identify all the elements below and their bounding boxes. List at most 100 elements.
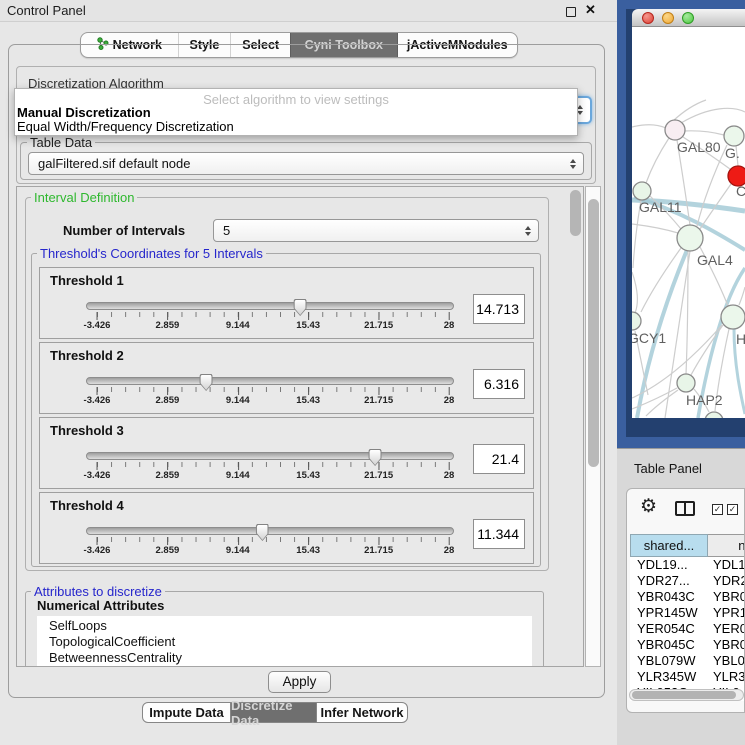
- network-edge[interactable]: [632, 125, 666, 128]
- settings-vertical-scrollbar[interactable]: [585, 186, 601, 667]
- network-edge[interactable]: [739, 287, 745, 305]
- number-of-intervals-label: Number of Intervals: [63, 223, 185, 238]
- tick-label: 21.715: [364, 470, 393, 481]
- table-data-combo-value: galFiltered.sif default node: [38, 156, 190, 171]
- table-row[interactable]: YBL079W YBL0: [630, 653, 745, 669]
- network-edge[interactable]: [697, 145, 727, 226]
- network-edge[interactable]: [632, 224, 678, 233]
- threshold-value-field[interactable]: 21.4: [473, 444, 525, 474]
- attribute-list-item[interactable]: TopologicalCoefficient: [37, 634, 532, 650]
- network-node[interactable]: [677, 225, 703, 251]
- network-edge[interactable]: [632, 272, 637, 313]
- threshold-slider-track[interactable]: [86, 302, 454, 310]
- threshold-panel: Threshold 4 -3.426 2.859 9.144 15.43 21.…: [39, 492, 534, 564]
- threshold-value-field[interactable]: 6.316: [473, 369, 525, 399]
- scrollbar-thumb[interactable]: [588, 199, 599, 467]
- threshold-label: Threshold 3: [50, 423, 124, 438]
- column-layout-icon[interactable]: [675, 501, 695, 516]
- table-row[interactable]: YDR27... YDR2: [630, 573, 745, 589]
- threshold-panel: Threshold 1 -3.426 2.859 9.144 15.43 21.…: [39, 267, 534, 339]
- tick-label: 9.144: [226, 395, 250, 406]
- checkbox-icon[interactable]: ✓: [712, 504, 723, 515]
- tab-infer-network[interactable]: Infer Network: [316, 702, 408, 723]
- threshold-slider-track[interactable]: [86, 452, 454, 460]
- table-panel-body: ⚙ ✓ ✓ shared... na YDL19... YDL1 YDR27..…: [626, 488, 745, 713]
- network-node[interactable]: [677, 374, 695, 392]
- threshold-value-field[interactable]: 11.344: [473, 519, 525, 549]
- network-node[interactable]: [633, 182, 651, 200]
- attribute-list-item[interactable]: SelfLoops: [37, 618, 532, 634]
- threshold-slider-ticks: -3.426 2.859 9.144 15.43 21.715 28: [97, 462, 449, 486]
- threshold-panel: Threshold 3 -3.426 2.859 9.144 15.43 21.…: [39, 417, 534, 489]
- threshold-slider-track[interactable]: [86, 377, 454, 385]
- numerical-attributes-list: SelfLoops TopologicalCoefficient Between…: [37, 616, 532, 667]
- tick-label: -3.426: [84, 320, 111, 331]
- table-panel: Table Panel ⚙ ✓ ✓ shared... na YDL19... …: [617, 448, 745, 745]
- checkbox-icon[interactable]: ✓: [727, 504, 738, 515]
- table-rows: YDL19... YDL1 YDR27... YDR2 YBR043C YBR0…: [630, 557, 745, 701]
- number-of-intervals-value: 5: [223, 223, 230, 238]
- tick-label: 28: [444, 395, 455, 406]
- table-row[interactable]: YDL19... YDL1: [630, 557, 745, 573]
- threshold-panel: Threshold 2 -3.426 2.859 9.144 15.43 21.…: [39, 342, 534, 414]
- table-row[interactable]: YBR045C YBR0: [630, 637, 745, 653]
- numerical-attributes-label: Numerical Attributes: [37, 598, 164, 613]
- network-edge[interactable]: [646, 390, 678, 416]
- network-node[interactable]: [632, 312, 641, 330]
- threshold-value-field[interactable]: 14.713: [473, 294, 525, 324]
- float-icon[interactable]: [566, 7, 576, 17]
- table-row[interactable]: YPR145W YPR1: [630, 605, 745, 621]
- threshold-slider-ticks: -3.426 2.859 9.144 15.43 21.715 28: [97, 387, 449, 411]
- network-canvas[interactable]: GAL80G.CGAL11GAL4GCY1HHAP2: [632, 27, 745, 418]
- tick-label: 21.715: [364, 395, 393, 406]
- tick-label: 15.43: [296, 545, 320, 556]
- gear-icon[interactable]: ⚙: [640, 495, 657, 518]
- tick-label: 2.859: [156, 470, 180, 481]
- network-edge[interactable]: [681, 108, 745, 123]
- table-row[interactable]: YLR345W YLR3: [630, 669, 745, 685]
- algorithm-option-manual[interactable]: Manual Discretization: [17, 105, 151, 120]
- tick-label: 21.715: [364, 320, 393, 331]
- threshold-slider-track[interactable]: [86, 527, 454, 535]
- combo-spinner-icon: [525, 226, 531, 236]
- tick-label: 9.144: [226, 320, 250, 331]
- network-edge[interactable]: [646, 138, 669, 183]
- threshold-slider-thumb[interactable]: [256, 524, 269, 541]
- table-row[interactable]: YER054C YER0: [630, 621, 745, 637]
- attribute-list-item[interactable]: BetweennessCentrality: [37, 650, 532, 666]
- threshold-slider-thumb[interactable]: [200, 374, 213, 391]
- network-window-titlebar[interactable]: [632, 9, 745, 27]
- column-header-shared-name[interactable]: shared...: [630, 534, 708, 557]
- threshold-slider-thumb[interactable]: [369, 449, 382, 466]
- network-node[interactable]: [724, 126, 744, 146]
- network-view-window: GAL80G.CGAL11GAL4GCY1HHAP2: [632, 9, 745, 418]
- close-icon[interactable]: ✕: [585, 2, 596, 18]
- settings-scroll-viewport: Interval Definition Number of Intervals …: [16, 186, 584, 667]
- tab-impute-data[interactable]: Impute Data: [142, 702, 231, 723]
- tick-label: 2.859: [156, 545, 180, 556]
- attributes-list-scrollbar[interactable]: [570, 190, 581, 236]
- network-edge[interactable]: [684, 131, 724, 135]
- minimize-traffic-light-icon[interactable]: [662, 12, 674, 24]
- threshold-slider-thumb[interactable]: [294, 299, 307, 316]
- zoom-traffic-light-icon[interactable]: [682, 12, 694, 24]
- table-horizontal-scrollbar[interactable]: [629, 689, 744, 701]
- close-traffic-light-icon[interactable]: [642, 12, 654, 24]
- tab-discretize-data[interactable]: Discretize Data: [231, 702, 316, 723]
- network-node-label: HAP2: [686, 392, 723, 408]
- apply-button[interactable]: Apply: [268, 671, 331, 693]
- algorithm-option-equal-width[interactable]: Equal Width/Frequency Discretization: [17, 119, 234, 134]
- number-of-intervals-combo[interactable]: 5: [213, 219, 539, 242]
- column-header-name[interactable]: na: [708, 534, 745, 557]
- table-row[interactable]: YBR043C YBR0: [630, 589, 745, 605]
- network-node[interactable]: [665, 120, 685, 140]
- tick-label: 9.144: [226, 470, 250, 481]
- network-node[interactable]: [705, 412, 723, 418]
- tick-label: 28: [444, 320, 455, 331]
- network-node-label: H: [736, 331, 745, 347]
- scrollbar-thumb[interactable]: [632, 691, 736, 699]
- tick-label: 9.144: [226, 545, 250, 556]
- network-node[interactable]: [721, 305, 745, 329]
- network-node-label: G.: [725, 145, 740, 161]
- table-data-combo[interactable]: galFiltered.sif default node: [28, 152, 584, 175]
